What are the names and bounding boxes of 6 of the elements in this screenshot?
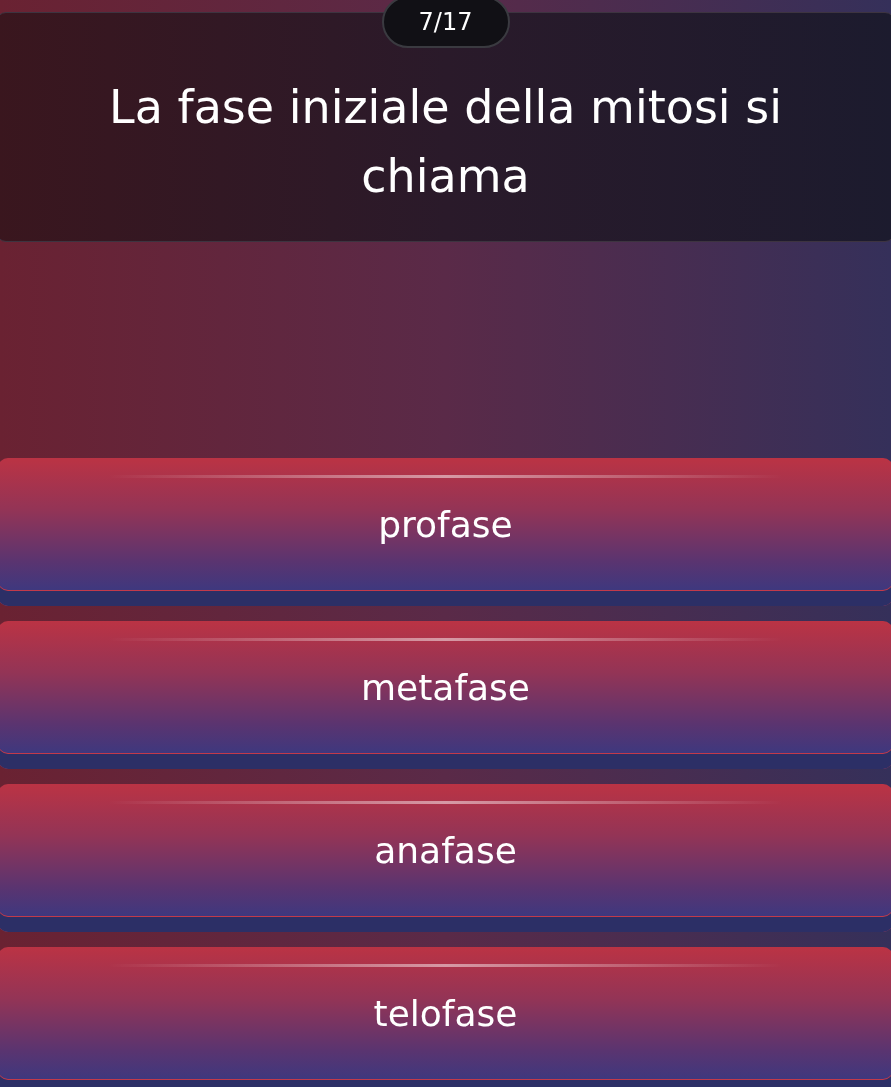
answer-button[interactable]: metafase (0, 621, 891, 769)
answer-button[interactable]: anafase (0, 784, 891, 932)
answer-button[interactable]: profase (0, 458, 891, 606)
answer-button[interactable]: telofase (0, 947, 891, 1087)
question-text: La fase iniziale della mitosi si chiama (108, 79, 783, 205)
question-counter: 7/17 (381, 0, 510, 48)
